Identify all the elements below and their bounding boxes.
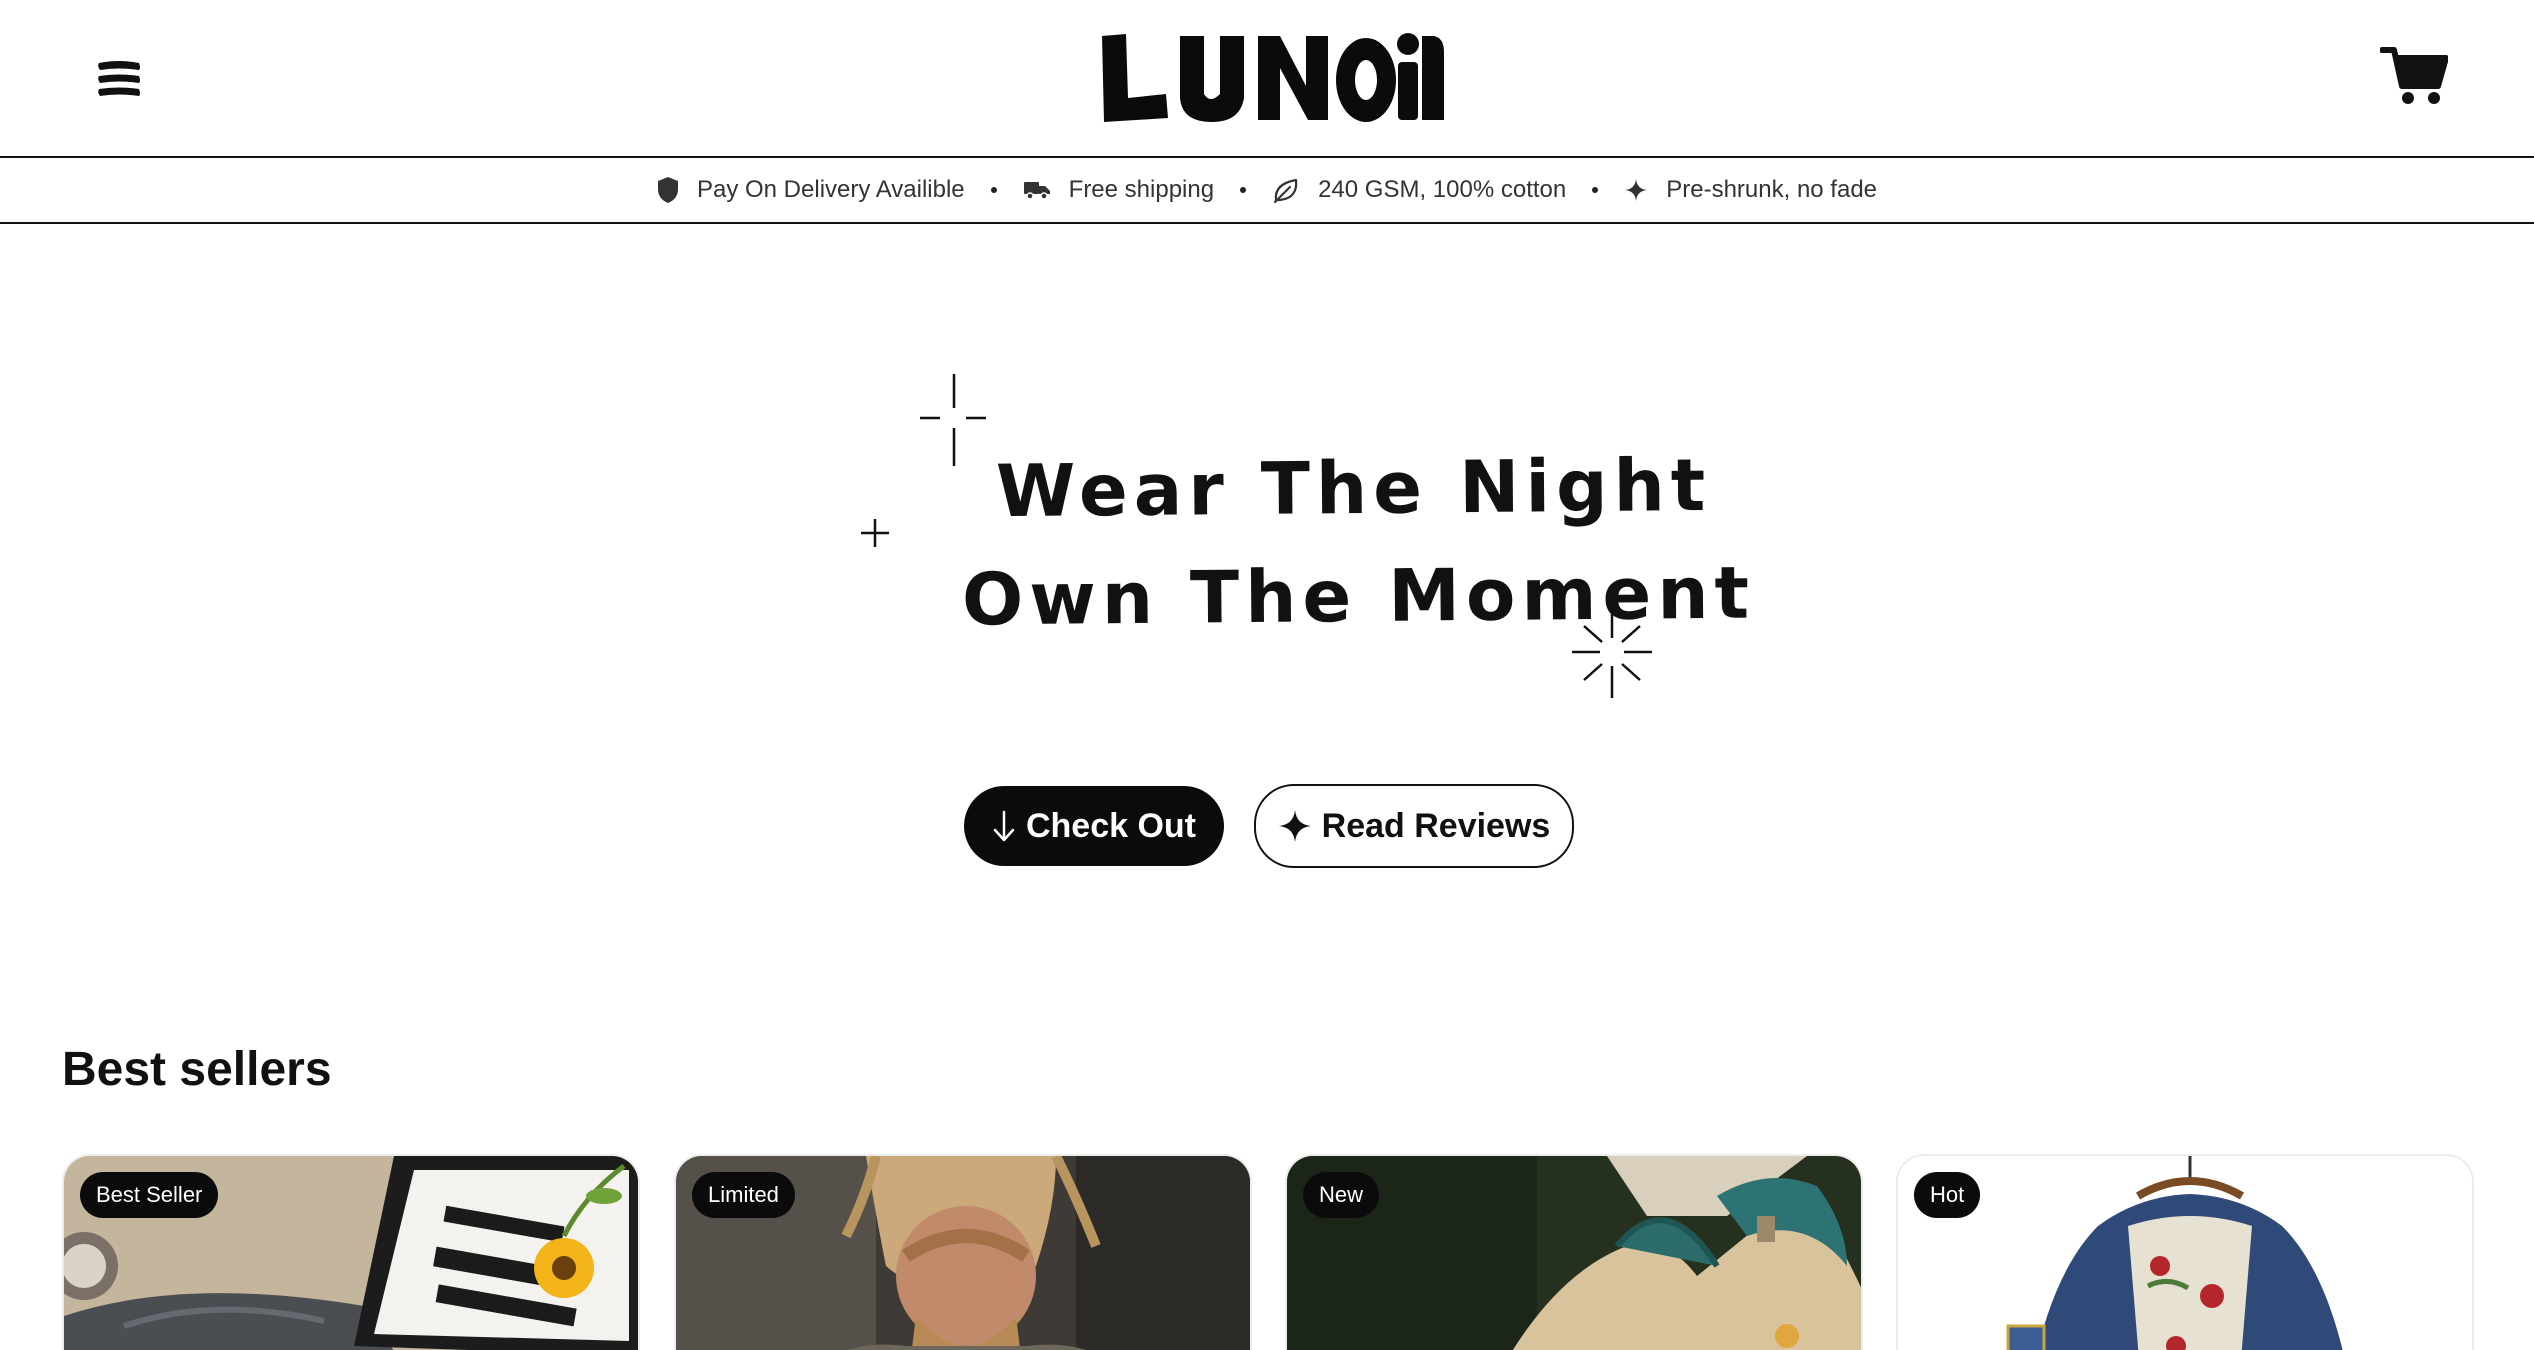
product-badge: New [1303, 1172, 1380, 1218]
hero-headline-line-1: Wear The Night [995, 442, 1712, 534]
arrow-down-icon [993, 810, 1015, 842]
read-reviews-label: Read Reviews [1321, 806, 1551, 845]
brand-logo[interactable] [1094, 22, 1444, 126]
site-header [0, 0, 2534, 158]
separator-dot [1240, 187, 1247, 193]
product-badge: Best Seller [80, 1172, 219, 1218]
shopping-cart-icon[interactable] [2379, 44, 2449, 108]
truck-icon [1023, 182, 1050, 200]
feature-label: Free shipping [1068, 176, 1215, 203]
announcement-bar: Pay On Delivery Availible Free shipping … [0, 158, 2534, 224]
product-badge: Hot [1914, 1172, 1981, 1218]
plus-icon [861, 519, 889, 547]
sparkle-icon [1625, 179, 1648, 201]
hamburger-menu-icon[interactable] [95, 55, 143, 103]
check-out-button[interactable]: Check Out [964, 786, 1224, 866]
product-badge: Limited [692, 1172, 795, 1218]
separator-dot [1592, 187, 1599, 193]
sparkle-icon [1278, 810, 1311, 842]
best-sellers-title: Best sellers [62, 1043, 332, 1096]
product-grid: Best Seller Limited New Hot [62, 1154, 2474, 1350]
feature-label: Pre-shrunk, no fade [1666, 176, 1878, 203]
feature-label: Pay On Delivery Availible [696, 176, 965, 203]
product-card[interactable]: Hot [1896, 1154, 2474, 1350]
feature-fabric: 240 GSM, 100% cotton [1272, 176, 1566, 204]
check-out-label: Check Out [1025, 806, 1197, 845]
product-card[interactable]: Limited [674, 1154, 1252, 1350]
feature-preshrunk: Pre-shrunk, no fade [1624, 176, 1877, 204]
feature-pay-on-delivery: Pay On Delivery Availible [657, 176, 965, 204]
read-reviews-button[interactable]: Read Reviews [1254, 784, 1574, 868]
hero-section: Wear The Night Own The Moment Check Out … [0, 226, 2534, 1006]
product-image [1898, 1156, 2472, 1350]
hero-headline-line-2: Own The Moment [961, 550, 1756, 642]
feature-free-shipping: Free shipping [1023, 176, 1214, 204]
shield-icon [657, 177, 678, 203]
feature-label: 240 GSM, 100% cotton [1318, 176, 1567, 203]
product-card[interactable]: Best Seller [62, 1154, 640, 1350]
sparkle-cross-icon [920, 374, 986, 466]
leaf-icon [1273, 178, 1298, 204]
product-card[interactable]: New [1285, 1154, 1863, 1350]
separator-dot [990, 187, 997, 193]
